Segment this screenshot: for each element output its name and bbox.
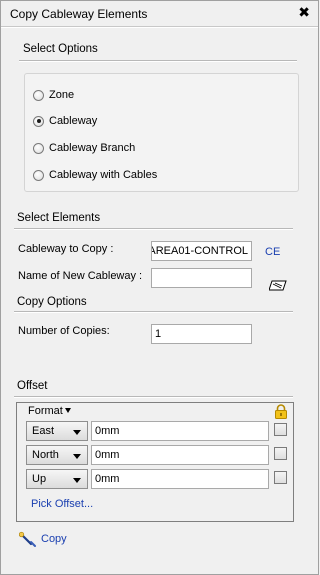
radio-label: Cableway with Cables [49,169,158,181]
offset-checkbox-up[interactable] [274,471,287,484]
radio-label: Cableway [49,115,98,127]
radio-cableway-with-cables[interactable]: Cableway with Cables [33,167,157,183]
format-label: Format [28,405,63,417]
radio-label: Cableway Branch [49,142,136,154]
radio-zone[interactable]: Zone [33,87,74,103]
title-bar: Copy Cableway Elements ✖ [1,1,318,26]
copy-options-divider [14,311,293,313]
copy-button[interactable]: Copy [19,531,67,547]
direction-value: East [32,425,55,437]
select-elements-divider [14,228,293,230]
radio-button-selected[interactable] [33,115,44,127]
new-cableway-name-field[interactable] [151,268,252,288]
format-menu[interactable]: Format [28,405,71,417]
offset-value-field-east[interactable]: 0mm [91,421,269,441]
dialog-title: Copy Cableway Elements [10,7,148,21]
radio-button[interactable] [33,169,44,181]
offset-panel: Format East 0mm North 0mm Up 0mm Pick Of… [16,402,294,522]
cableway-to-copy-field[interactable]: AREA01-CONTROL [151,241,252,261]
copy-options-heading: Copy Options [17,296,87,308]
close-icon[interactable]: ✖ [298,4,310,21]
title-divider [1,26,318,28]
offset-checkbox-north[interactable] [274,447,287,460]
offset-divider [14,396,293,398]
ce-button[interactable]: CE [265,246,280,258]
direction-select-up[interactable]: Up [26,469,88,489]
radio-button[interactable] [33,142,44,154]
select-options-divider [19,60,297,62]
direction-select-east[interactable]: East [26,421,88,441]
select-options-heading: Select Options [23,43,98,55]
pick-offset-link[interactable]: Pick Offset... [31,498,93,510]
radio-label: Zone [49,89,75,101]
direction-select-north[interactable]: North [26,445,88,465]
chevron-down-icon [73,430,81,435]
number-of-copies-label: Number of Copies: [18,325,110,337]
lock-icon[interactable] [274,404,288,419]
pick-element-icon[interactable] [269,280,287,291]
radio-cableway[interactable]: Cableway [33,113,97,129]
direction-value: Up [32,473,47,485]
select-elements-heading: Select Elements [17,212,101,224]
cableway-to-copy-label: Cableway to Copy : [18,243,114,255]
offset-checkbox-east[interactable] [274,423,287,436]
direction-value: North [32,449,59,461]
copy-wand-icon [19,531,36,547]
dropdown-arrow-icon [64,408,71,413]
offset-value-field-up[interactable]: 0mm [91,469,269,489]
chevron-down-icon [73,478,81,483]
radio-button[interactable] [33,89,44,101]
radio-cableway-branch[interactable]: Cableway Branch [33,140,135,156]
chevron-down-icon [73,454,81,459]
number-of-copies-field[interactable]: 1 [151,324,252,344]
offset-value-field-north[interactable]: 0mm [91,445,269,465]
offset-heading: Offset [17,380,48,392]
new-cableway-name-label: Name of New Cableway : [18,270,143,282]
copy-label: Copy [41,533,67,545]
